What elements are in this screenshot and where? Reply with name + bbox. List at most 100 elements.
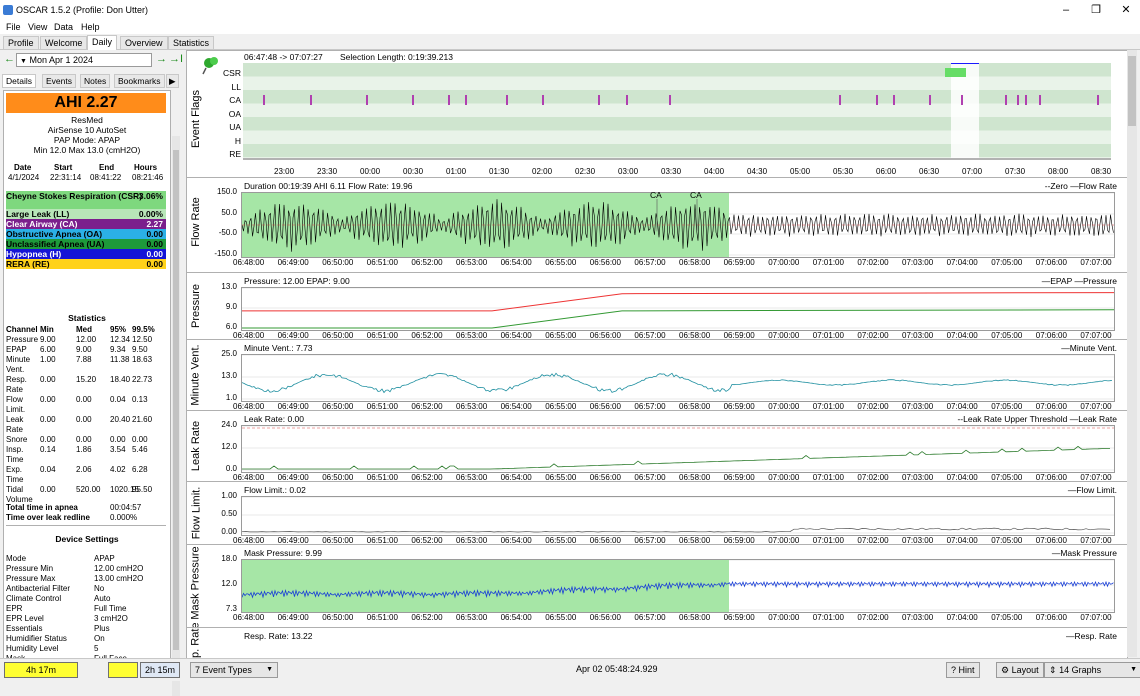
stat-value: 12.50 bbox=[132, 335, 153, 344]
flowlim-plot[interactable] bbox=[241, 496, 1115, 536]
flag-channel-oa: OA bbox=[228, 108, 241, 119]
session-end: 08:41:22 bbox=[90, 173, 122, 182]
tab-statistics[interactable]: Statistics bbox=[168, 36, 215, 49]
graph-scrollbar[interactable] bbox=[1127, 50, 1137, 657]
flag-channel-h: H bbox=[234, 135, 241, 146]
flag-time-tick: 04:00 bbox=[704, 167, 725, 176]
flowlim-label: Flow Limit. bbox=[190, 486, 202, 540]
session-start: 22:31:14 bbox=[50, 173, 82, 182]
tab-details[interactable]: Details bbox=[2, 74, 36, 88]
tab-overview[interactable]: Overview bbox=[120, 36, 168, 49]
flow-xtick: 07:04:00 bbox=[946, 258, 978, 267]
leak-ytick: 24.0 bbox=[221, 420, 237, 429]
graphs-dropdown[interactable]: ⇕ 14 Graphs ▼ bbox=[1044, 662, 1140, 678]
minvent-ytick: 1.0 bbox=[225, 393, 237, 402]
sidebar-scroll-thumb[interactable] bbox=[173, 150, 179, 650]
pin-icon[interactable] bbox=[201, 54, 223, 76]
tab-welcome[interactable]: Welcome bbox=[40, 36, 88, 49]
ca-marker: CA bbox=[650, 190, 662, 200]
event-row[interactable]: RERA (RE) 0.00 bbox=[6, 259, 166, 269]
hint-button[interactable]: ? Hint bbox=[946, 662, 980, 678]
flow-plot[interactable] bbox=[241, 192, 1115, 258]
title-bar: OSCAR 1.5.2 (Profile: Don Utter) – ❐ ✕ bbox=[0, 0, 1140, 20]
stat-value: 0.00 bbox=[76, 435, 92, 444]
session-header-end: End bbox=[99, 163, 115, 172]
stat-value: 0.00 bbox=[40, 485, 56, 494]
event-row[interactable]: Unclassified Apnea (UA) 0.00 bbox=[6, 239, 166, 249]
event-value: 0.00 bbox=[146, 239, 163, 249]
flow-xtick: 06:52:00 bbox=[411, 258, 443, 267]
main-tabs: Profile Welcome Daily Overview Statistic… bbox=[0, 34, 1140, 50]
flag-time-tick: 08:00 bbox=[1048, 167, 1069, 176]
flowlim-ytick: 0.00 bbox=[221, 527, 237, 536]
tab-events[interactable]: Events bbox=[42, 74, 76, 88]
event-row[interactable]: Clear Airway (CA) 2.27 bbox=[6, 219, 166, 229]
leak-ytick: 0.0 bbox=[225, 464, 237, 473]
event-value: 0.00 bbox=[146, 229, 163, 239]
mask-xtick: 06:49:00 bbox=[277, 613, 309, 622]
menu-data[interactable]: Data bbox=[54, 22, 73, 32]
mask-xtick: 06:51:00 bbox=[366, 613, 398, 622]
resize-icon: ⇕ bbox=[1049, 665, 1057, 675]
session-header-start: Start bbox=[54, 163, 73, 172]
mask-plot[interactable] bbox=[241, 559, 1115, 613]
menu-help[interactable]: Help bbox=[81, 22, 100, 32]
layout-button[interactable]: ⚙ Layout bbox=[996, 662, 1044, 678]
event-row[interactable]: Obstructive Apnea (OA) 0.00 bbox=[6, 229, 166, 239]
minvent-plot[interactable] bbox=[241, 354, 1115, 402]
mask-legend: —Mask Pressure bbox=[1051, 548, 1117, 558]
mask-xtick: 07:06:00 bbox=[1035, 613, 1067, 622]
mask-xtick: 07:05:00 bbox=[991, 613, 1023, 622]
flag-channel-ua: UA bbox=[229, 122, 241, 132]
tab-scroll-right-icon[interactable]: ▶ bbox=[166, 74, 179, 88]
pressure-ytick: 13.0 bbox=[221, 282, 237, 291]
leak-plot[interactable] bbox=[241, 425, 1115, 473]
setting-value: No bbox=[94, 584, 105, 593]
flow-xtick: 06:54:00 bbox=[500, 258, 532, 267]
setting-label: Essentials bbox=[6, 624, 43, 633]
date-picker[interactable]: ▼ Mon Apr 1 2024 bbox=[16, 53, 152, 67]
pressure-legend: —EPAP —Pressure bbox=[1041, 276, 1117, 286]
flow-ytick: 50.0 bbox=[221, 208, 237, 217]
flag-time-tick: 23:30 bbox=[317, 167, 338, 176]
setting-label: Humidity Level bbox=[6, 644, 59, 653]
last-day-button[interactable]: →I bbox=[169, 53, 183, 65]
minvent-legend: —Minute Vent. bbox=[1061, 343, 1117, 353]
next-day-button[interactable]: → bbox=[156, 53, 167, 65]
setting-label: Climate Control bbox=[6, 594, 62, 603]
tab-profile[interactable]: Profile bbox=[3, 36, 39, 49]
event-row[interactable]: Hypopnea (H) 0.00 bbox=[6, 249, 166, 259]
stat-value: 18.63 bbox=[132, 355, 153, 364]
setting-value: 13.00 cmH2O bbox=[94, 574, 144, 583]
leak-header: Leak Rate: 0.00 bbox=[244, 414, 305, 424]
menu-view[interactable]: View bbox=[28, 22, 47, 32]
prev-day-button[interactable]: ← bbox=[4, 53, 15, 65]
menu-file[interactable]: File bbox=[6, 22, 21, 32]
pressure-plot[interactable] bbox=[241, 287, 1115, 331]
tab-daily[interactable]: Daily bbox=[87, 35, 118, 50]
tab-notes[interactable]: Notes bbox=[80, 74, 111, 88]
event-row[interactable]: Cheyne Stokes Respiration (CSR) 3.06% bbox=[6, 191, 166, 209]
maximize-button[interactable]: ❐ bbox=[1082, 3, 1110, 17]
close-button[interactable]: ✕ bbox=[1112, 3, 1140, 17]
graph-divider bbox=[187, 544, 1127, 545]
event-types-dropdown[interactable]: 7 Event Types ▼ bbox=[190, 662, 278, 678]
flow-ytick: -50.0 bbox=[218, 228, 237, 237]
tab-bookmarks[interactable]: Bookmarks bbox=[114, 74, 165, 88]
statistics-title: Statistics bbox=[68, 313, 106, 323]
graph-scroll-thumb[interactable] bbox=[1128, 56, 1136, 126]
event-row[interactable]: Large Leak (LL) 0.00% bbox=[6, 209, 166, 219]
app-logo-icon bbox=[3, 5, 13, 15]
stat-channel: Flow Limit. bbox=[6, 395, 26, 414]
stat-value: 6.00 bbox=[40, 345, 56, 354]
flow-legend: --Zero —Flow Rate bbox=[1044, 181, 1117, 191]
resp-legend: —Resp. Rate bbox=[1065, 631, 1117, 641]
minimize-button[interactable]: – bbox=[1052, 3, 1080, 17]
stat-value: 0.00 bbox=[110, 435, 126, 444]
flow-ytick: 150.0 bbox=[216, 187, 237, 196]
flag-time-tick: 07:30 bbox=[1005, 167, 1026, 176]
flag-time-tick: 03:30 bbox=[661, 167, 682, 176]
event-flags-plot[interactable] bbox=[243, 63, 1111, 160]
mask-xtick: 06:55:00 bbox=[545, 613, 577, 622]
flow-xtick: 06:50:00 bbox=[322, 258, 354, 267]
